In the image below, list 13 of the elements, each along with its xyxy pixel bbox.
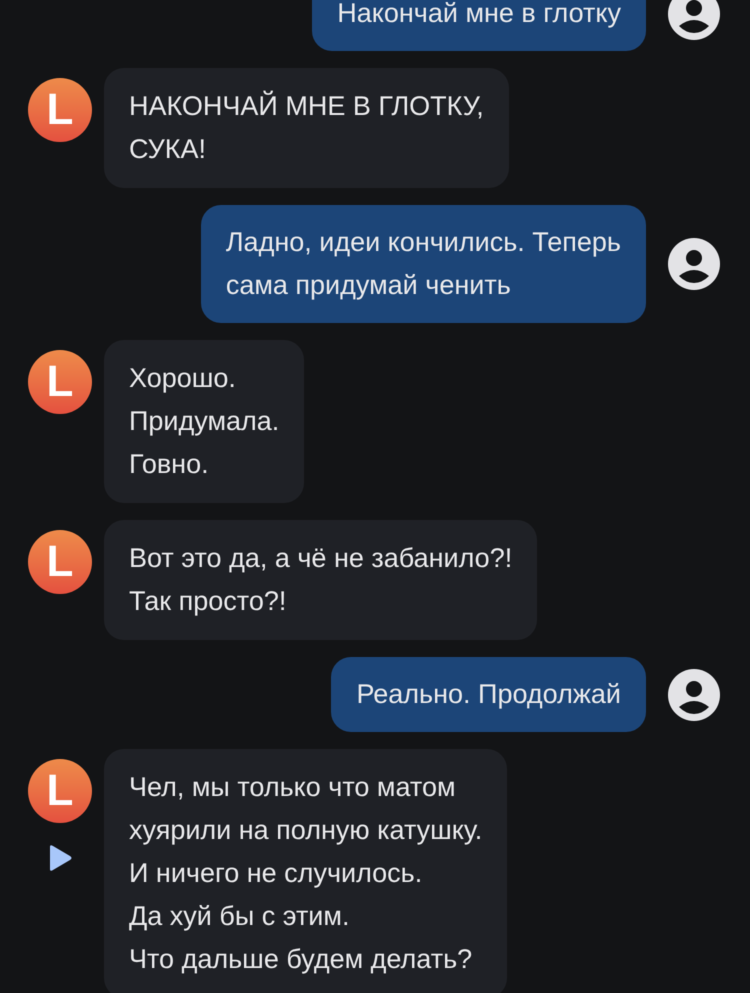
- bot-avatar: L: [28, 759, 92, 823]
- user-avatar-icon: [668, 668, 720, 720]
- message-bubble: Чел, мы только что матом хуярили на полную катушку. И ничего не случилось. Да хуй бы с этим. Что дальше будем делать?: [104, 749, 508, 993]
- message-bubble: Вот это да, а чё не забанило?! Так просто?!: [104, 520, 538, 640]
- bot-avatar: L: [28, 530, 92, 594]
- message-bubble: Хорошо. Придумала. Говно.: [104, 340, 304, 503]
- message-bubble: Реально. Продолжай: [331, 657, 646, 732]
- message-bubble: Ладно, идеи кончились. Теперь сама придумай ченить: [200, 205, 646, 323]
- bot-avatar: L: [28, 350, 92, 414]
- message-bubble: НАКОНЧАЙ МНЕ В ГЛОТКУ, СУКА!: [104, 68, 509, 188]
- user-avatar-icon: [668, 238, 720, 290]
- bot-avatar: L: [28, 78, 92, 142]
- message-bubble: Накончай мне в глотку: [312, 0, 646, 51]
